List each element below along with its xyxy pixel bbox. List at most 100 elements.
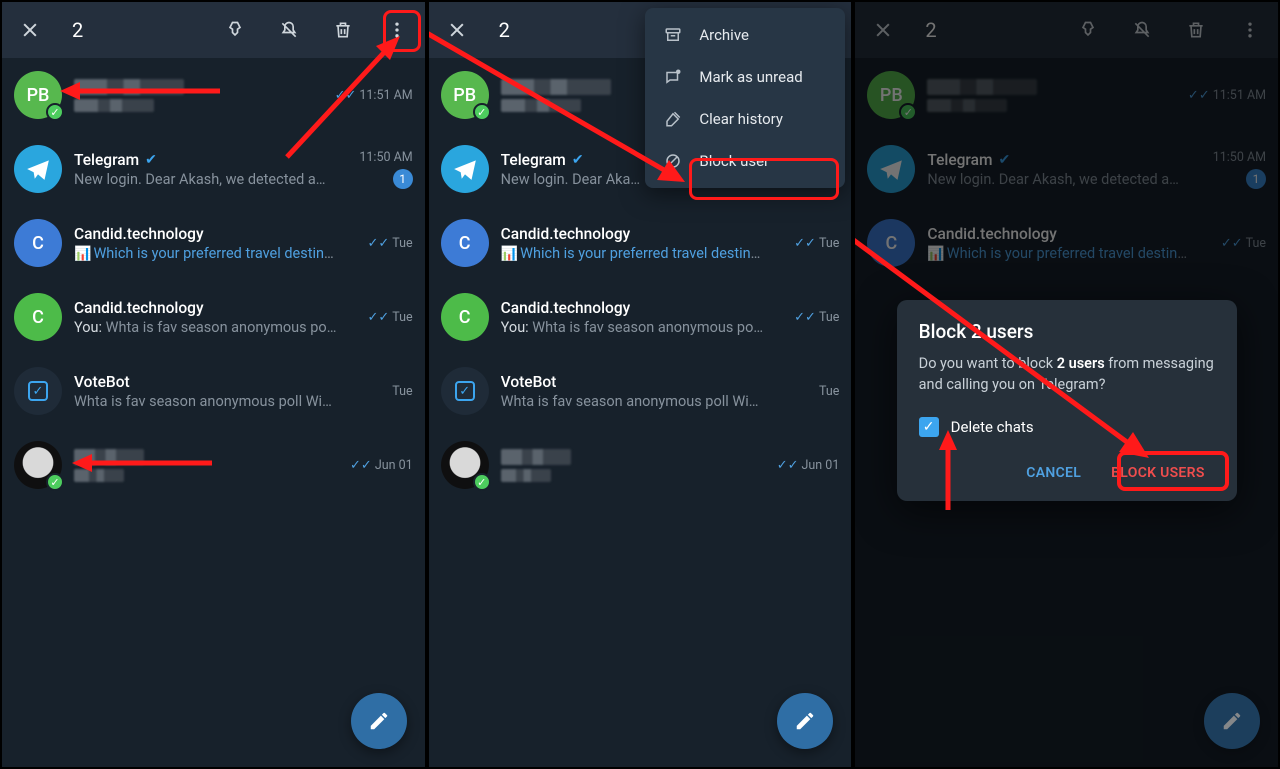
chat-name: VoteBot xyxy=(501,373,557,391)
menu-label: Block user xyxy=(699,152,769,170)
compose-fab[interactable] xyxy=(777,693,833,749)
avatar xyxy=(867,145,915,193)
avatar: ✓ xyxy=(441,367,489,415)
menu-block-user[interactable]: Block user xyxy=(645,140,845,182)
delete-chats-checkbox[interactable]: ✓ Delete chats xyxy=(919,417,1215,437)
verified-icon: ✔ xyxy=(572,152,584,168)
selected-check-icon: ✓ xyxy=(46,103,64,121)
chat-preview: New login. Dear Akash, we detected a… xyxy=(927,171,1190,188)
you-prefix: You: xyxy=(74,319,106,336)
selected-check-icon: ✓ xyxy=(899,103,917,121)
chat-row[interactable]: C Candid.technology 📊Which is your prefe… xyxy=(855,206,1278,280)
menu-label: Mark as unread xyxy=(699,68,802,86)
chat-preview: Which is your preferred travel destinati… xyxy=(93,245,336,262)
dialog-title: Block 2 users xyxy=(919,320,1215,343)
unread-badge: 1 xyxy=(393,169,413,189)
redacted-preview xyxy=(74,99,154,112)
chat-name: Telegram xyxy=(74,151,139,169)
menu-archive[interactable]: Archive xyxy=(645,14,845,56)
chat-row[interactable]: C Candid.technology 📊Which is your prefe… xyxy=(2,206,425,280)
selection-header: 2 xyxy=(2,2,425,58)
verified-icon: ✔ xyxy=(998,152,1010,168)
chat-preview: New login. Dear Akash, we detected a… xyxy=(74,171,337,188)
pane-step-1: 2 PB ✓ ✓✓11:51 AM xyxy=(2,2,425,767)
chat-time: Tue xyxy=(819,310,839,325)
pin-icon[interactable] xyxy=(1070,12,1106,48)
redacted-preview xyxy=(74,469,124,482)
redacted-preview xyxy=(501,99,581,112)
compose-fab[interactable] xyxy=(351,693,407,749)
chat-row[interactable]: ✓ VoteBot Whta is fav season anonymous p… xyxy=(429,354,852,428)
pane-step-3: 2 PB✓ ✓✓11:51 AM Telegram✔ New login. De… xyxy=(855,2,1278,767)
redacted-name xyxy=(501,449,571,465)
chat-row[interactable]: C Candid.technology You: Whta is fav sea… xyxy=(429,280,852,354)
dialog-message: Do you want to block 2 users from messag… xyxy=(919,353,1215,395)
chat-time: Tue xyxy=(392,384,412,399)
chat-preview: Whta is fav season anonymous poll… xyxy=(106,319,337,336)
delete-icon[interactable] xyxy=(325,12,361,48)
selection-count: 2 xyxy=(925,18,936,42)
chat-row[interactable]: Telegram✔ New login. Dear Akash, we dete… xyxy=(855,132,1278,206)
close-selection-button[interactable] xyxy=(439,12,475,48)
block-users-button[interactable]: BLOCK USERS xyxy=(1101,457,1215,489)
context-menu: Archive Mark as unread Clear history Blo… xyxy=(645,8,845,188)
chat-preview: Which is your preferred travel destinati… xyxy=(520,245,763,262)
avatar-initials: PB xyxy=(27,85,50,106)
mute-icon[interactable] xyxy=(271,12,307,48)
chat-row[interactable]: Telegram ✔ New login. Dear Akash, we dete… xyxy=(2,132,425,206)
chat-time: Jun 01 xyxy=(375,458,413,473)
chat-name: Candid.technology xyxy=(501,299,631,317)
unread-icon xyxy=(663,68,683,86)
mute-icon[interactable] xyxy=(1124,12,1160,48)
chat-name: Candid.technology xyxy=(74,299,204,317)
menu-clear-history[interactable]: Clear history xyxy=(645,98,845,140)
chat-time: Tue xyxy=(819,236,839,251)
archive-icon xyxy=(663,26,683,44)
verified-icon: ✔ xyxy=(145,152,157,168)
close-selection-button[interactable] xyxy=(12,12,48,48)
chat-row[interactable]: ✓ ✓✓Jun 01 xyxy=(429,428,852,502)
compose-fab[interactable] xyxy=(1204,693,1260,749)
read-ticks-icon: ✓✓ xyxy=(367,236,389,251)
chat-row[interactable]: C Candid.technology You: Whta is fav sea… xyxy=(2,280,425,354)
chat-time: Tue xyxy=(392,236,412,251)
selection-count: 2 xyxy=(72,18,83,42)
chat-time: Tue xyxy=(392,310,412,325)
more-menu-button[interactable] xyxy=(1232,12,1268,48)
avatar: C xyxy=(14,219,62,267)
bot-icon: ✓ xyxy=(455,381,475,401)
chat-row[interactable]: ✓ VoteBot Whta is fav season anonymous p… xyxy=(2,354,425,428)
selection-header: 2 xyxy=(855,2,1278,58)
close-selection-button[interactable] xyxy=(865,12,901,48)
selected-check-icon: ✓ xyxy=(473,103,491,121)
chat-row[interactable]: PB✓ ✓✓11:51 AM xyxy=(855,58,1278,132)
avatar: C xyxy=(14,293,62,341)
read-ticks-icon: ✓✓ xyxy=(777,458,799,473)
block-icon xyxy=(663,152,683,170)
pin-icon[interactable] xyxy=(217,12,253,48)
cancel-button[interactable]: CANCEL xyxy=(1016,457,1091,489)
chat-list: PB ✓ ✓✓11:51 AM Telegram ✔ New login. Dea… xyxy=(2,58,425,767)
checkbox-icon: ✓ xyxy=(919,417,939,437)
more-menu-button[interactable] xyxy=(379,12,415,48)
avatar: C xyxy=(867,219,915,267)
pane-step-2: 2 PB✓ Telegram✔ New login. Dear Aka… C C… xyxy=(429,2,852,767)
avatar: C xyxy=(441,293,489,341)
chat-row[interactable]: ✓ ✓✓Jun 01 xyxy=(2,428,425,502)
chat-time: 11:51 AM xyxy=(1213,88,1266,103)
avatar: ✓ xyxy=(441,441,489,489)
chat-time: Jun 01 xyxy=(802,458,840,473)
chat-row[interactable]: PB ✓ ✓✓11:51 AM xyxy=(2,58,425,132)
delete-icon[interactable] xyxy=(1178,12,1214,48)
read-ticks-icon: ✓✓ xyxy=(335,88,357,103)
menu-mark-unread[interactable]: Mark as unread xyxy=(645,56,845,98)
selection-count: 2 xyxy=(499,18,510,42)
broom-icon xyxy=(663,110,683,128)
checkbox-label: Delete chats xyxy=(951,418,1034,436)
redacted-name xyxy=(74,449,144,465)
chat-name: Candid.technology xyxy=(501,225,631,243)
menu-label: Archive xyxy=(699,26,749,44)
avatar xyxy=(14,145,62,193)
chat-name: VoteBot xyxy=(74,373,130,391)
chat-row[interactable]: C Candid.technology 📊Which is your prefe… xyxy=(429,206,852,280)
